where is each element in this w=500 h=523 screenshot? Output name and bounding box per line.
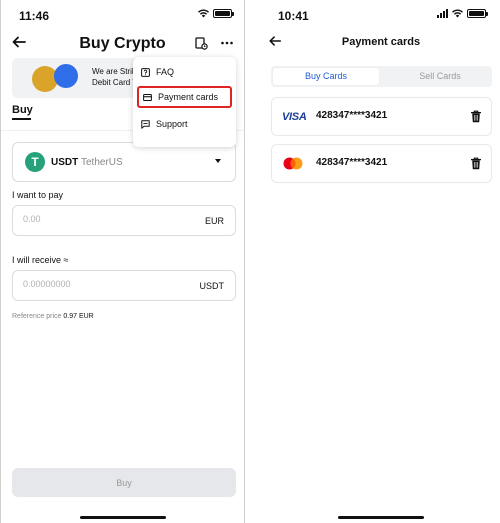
menu-item-label: Support [156,119,188,129]
receive-amount-input[interactable] [23,279,173,289]
status-bar: 10:41 [262,0,500,28]
mastercard-logo-icon [283,157,303,170]
wifi-icon [198,9,209,18]
status-time: 10:41 [278,9,309,23]
pay-amount-input[interactable] [23,214,173,224]
order-history-icon[interactable] [194,36,208,50]
trash-icon[interactable] [470,157,482,170]
chat-icon [141,119,150,129]
battery-icon [213,9,234,18]
tab-sell-cards[interactable]: Sell Cards [387,68,493,85]
menu-item-faq[interactable]: FAQ [137,61,232,83]
more-menu: FAQ Payment cards Support [133,57,236,147]
tab-buy-cards[interactable]: Buy Cards [273,68,379,85]
buy-crypto-screen: 11:46 Buy Crypto We are Strik Debit Card… [0,0,245,523]
signal-icon [437,9,448,18]
receive-label: I will receive ≈ [12,255,69,265]
battery-icon [467,9,488,18]
reference-price: Reference price 0.97 EUR [12,313,94,320]
question-icon [141,67,150,77]
card-number: 428347****3421 [316,110,388,121]
payment-card-row[interactable]: VISA 428347****3421 [271,97,492,136]
header: Payment cards [262,30,500,56]
pay-field: EUR [12,205,236,236]
tether-icon: T [25,152,45,172]
menu-item-payment-cards[interactable]: Payment cards [137,86,232,108]
status-icons [198,9,234,18]
promo-line-2: Debit Card T [92,78,138,87]
menu-item-support[interactable]: Support [137,113,232,135]
asset-name: TetherUS [81,157,123,168]
page-title: Payment cards [341,36,421,48]
buy-form [1,130,244,523]
reference-price-label: Reference price [12,313,62,320]
asset-code: USDT [51,157,79,168]
home-indicator [338,516,424,519]
status-time: 11:46 [19,9,50,23]
promo-text: We are Strik Debit Card T [92,66,137,88]
tab-underline [12,118,31,120]
blue-coin-icon [54,64,78,88]
pay-unit: EUR [204,216,224,226]
card-type-tabs: Buy Cards Sell Cards [271,66,492,87]
card-icon [143,93,152,101]
promo-banner[interactable]: We are Strik Debit Card T [12,58,152,98]
visa-logo: VISA [282,111,307,123]
wifi-icon [452,9,463,18]
menu-item-label: Payment cards [158,92,219,102]
receive-unit: USDT [199,281,225,291]
buy-button[interactable]: Buy [12,468,236,497]
menu-item-label: FAQ [156,67,175,77]
card-number: 428347****3421 [316,157,388,168]
status-bar: 11:46 [1,0,244,28]
promo-line-1: We are Strik [92,67,136,76]
home-indicator [79,516,166,519]
receive-field: USDT [12,270,236,301]
header: Buy Crypto [1,30,244,56]
more-menu-icon[interactable] [220,36,234,50]
reference-price-value: 0.97 EUR [63,313,94,320]
status-icons [437,9,488,18]
asset-select[interactable]: T USDT TetherUS [12,142,236,182]
payment-card-row[interactable]: 428347****3421 [271,144,492,183]
dropdown-caret-icon [215,159,221,163]
trash-icon[interactable] [470,110,482,123]
pay-label: I want to pay [12,190,64,200]
tab-buy[interactable]: Buy [12,104,33,116]
payment-cards-screen: 10:41 Payment cards Buy Cards Sell Cards… [262,0,500,523]
